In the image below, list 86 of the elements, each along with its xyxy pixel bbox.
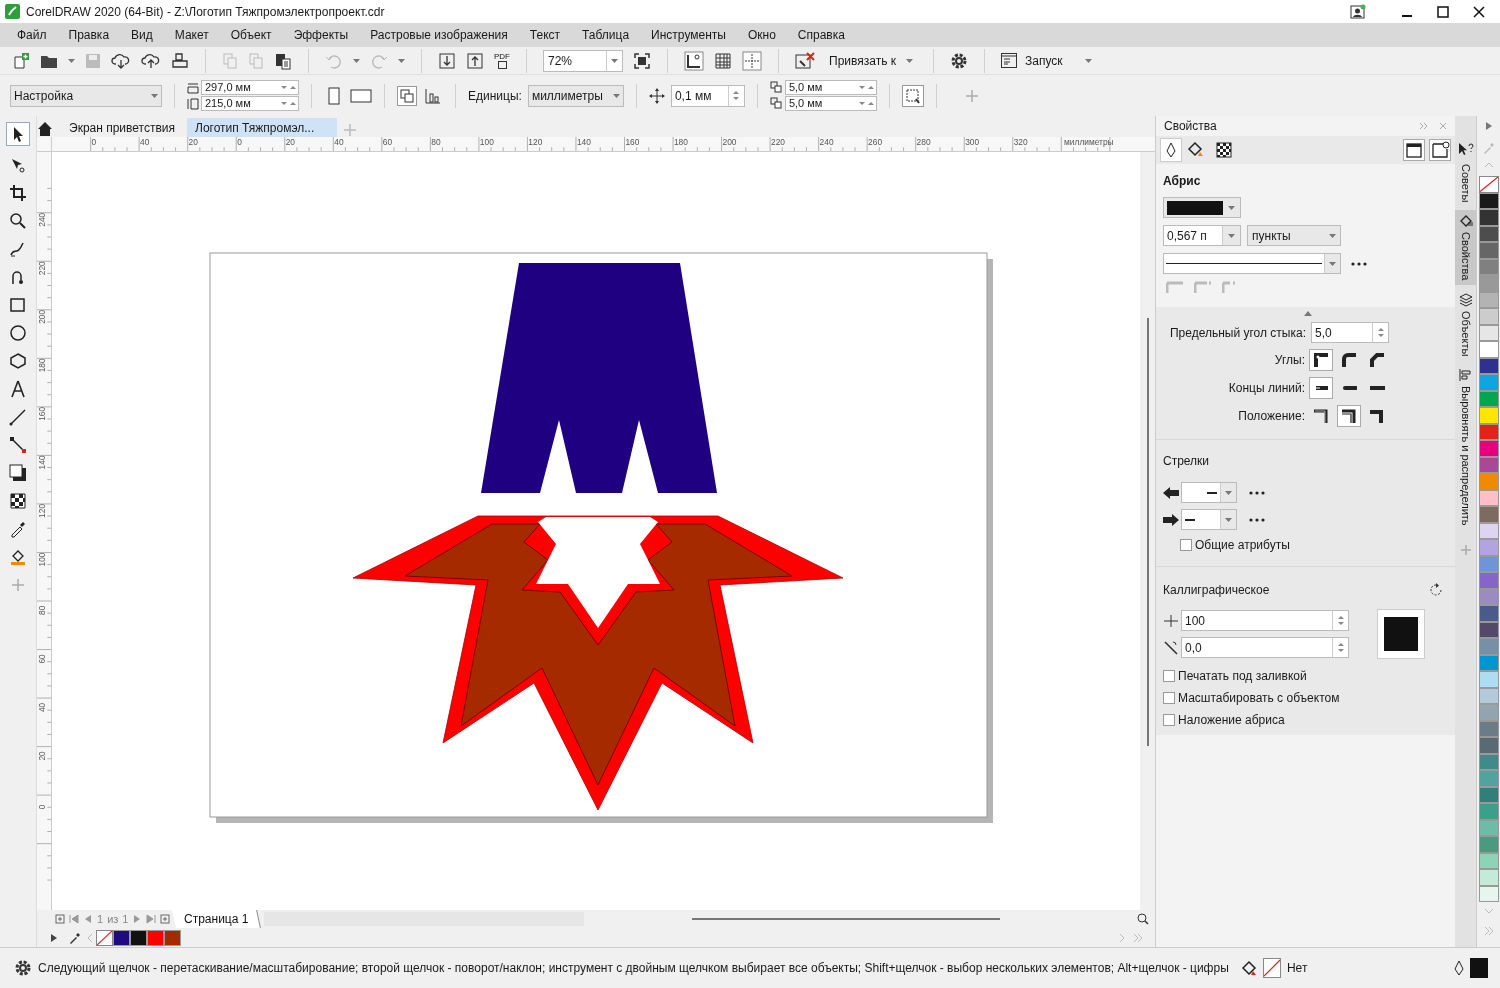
menu-item[interactable]: Справка	[797, 26, 845, 44]
document-tab[interactable]: Логотип Тяжпромэл...	[187, 118, 337, 137]
ruler-label: 40	[334, 137, 344, 148]
checkbox-label: Масштабировать с объектом	[1178, 690, 1340, 707]
zoom-field[interactable]: 72%	[543, 49, 623, 72]
field-label: Предельный угол стыка:	[1169, 324, 1306, 342]
launch-button[interactable]: Запуск	[1001, 51, 1092, 70]
ruler-label: 20	[285, 137, 296, 148]
menu-item[interactable]: Вид	[131, 26, 153, 44]
angle-field[interactable]: 0,0	[1181, 637, 1349, 658]
snap-dropdown[interactable]: Привязать к	[825, 51, 917, 70]
field-label: Концы линий:	[1228, 380, 1305, 397]
window-title: CorelDRAW 2020 (64-Bit) - Z:\Логотип Тяжпромэлектропроект.cdr	[26, 3, 385, 21]
status-hint: Следующий щелчок - перетаскивание/масштабирование; второй щелчок - поворот/наклон; инструмент с двойным щелчком выбирает все объекты; Shift+щелчок - выбор нескольких элементов; Alt+щелчок - цифры	[38, 960, 1229, 977]
miter-limit-field[interactable]: 5,0	[1311, 322, 1389, 343]
menu-item[interactable]: Макет	[174, 26, 209, 44]
ruler-label: 60	[37, 654, 48, 664]
menu-item[interactable]: Текст	[529, 26, 561, 44]
ruler-label: 100	[37, 552, 48, 567]
outline-width-field[interactable]: 0,567 п	[1163, 225, 1241, 246]
section-title: Абрис	[1163, 173, 1202, 190]
ruler-label: 220	[771, 137, 785, 148]
fill-status: Нет	[1286, 960, 1308, 977]
units-dropdown[interactable]: миллиметры	[527, 84, 624, 107]
ruler-unit: миллиметры	[1064, 137, 1114, 148]
ruler-label: 80	[37, 605, 48, 615]
ruler-label: 120	[37, 503, 48, 518]
ruler-label: 220	[37, 261, 48, 276]
page-of-label: из	[107, 911, 119, 927]
page-height-field[interactable]: 215,0 мм	[201, 96, 299, 111]
section-title: Стрелки	[1163, 453, 1211, 470]
ruler-label: 300	[965, 137, 980, 148]
current-page: 1	[97, 911, 104, 927]
ruler-label: 120	[528, 137, 543, 148]
ruler-label: 240	[37, 212, 48, 227]
ruler-label: 100	[479, 137, 494, 148]
ruler-label: 140	[576, 137, 591, 148]
ruler-label: 20	[37, 751, 48, 761]
ruler-label: 180	[673, 137, 688, 148]
ruler-label: 140	[37, 455, 48, 470]
ruler-label: 0	[237, 137, 242, 148]
menu-item[interactable]: Объект	[230, 26, 272, 44]
ruler-label: 60	[382, 137, 393, 148]
field-label: Положение:	[1238, 408, 1305, 425]
section-title: Каллиграфическое	[1163, 582, 1270, 599]
ruler-label: 280	[916, 137, 931, 148]
pdf-button[interactable]: PDF	[494, 52, 510, 69]
units-label: Единицы:	[468, 87, 522, 105]
menu-item[interactable]: Окно	[747, 26, 776, 44]
menu-item[interactable]: Правка	[68, 26, 110, 44]
checkbox-label: Общие атрибуты	[1195, 537, 1290, 554]
ruler-label: 80	[431, 137, 441, 148]
checkbox-label: Наложение абриса	[1178, 712, 1285, 729]
width-units-dropdown[interactable]: пункты	[1247, 225, 1341, 246]
menu-item[interactable]: Эффекты	[293, 26, 349, 44]
vertical-ruler[interactable]: 240 220 200 180 160 140 120 100 80 60 40 20 0	[37, 152, 52, 910]
stretch-field[interactable]: 100	[1181, 610, 1349, 631]
ruler-label: 160	[37, 406, 48, 421]
page-tab[interactable]: Страница 1	[172, 910, 262, 928]
nudge-field[interactable]: 0,1 мм	[670, 84, 745, 107]
menu-item[interactable]: Растровые изображения	[370, 26, 508, 44]
page-total: 1	[122, 911, 129, 927]
preset-dropdown[interactable]: Настройка	[10, 84, 162, 107]
ruler-label: 320	[1013, 137, 1028, 148]
ruler-label: 200	[722, 137, 737, 148]
field-label: Углы:	[1274, 352, 1305, 369]
menu-item[interactable]: Файл	[17, 26, 47, 44]
ruler-label: 40	[140, 137, 150, 148]
horizontal-ruler[interactable]: 0 40 20 0 20 40 60 80 100 120 140 160 180 200 220 240 260 280 300 320 миллиметры	[52, 137, 1155, 152]
checkbox-label: Печатать под заливкой	[1178, 668, 1307, 685]
menu-item[interactable]: Инструменты	[651, 26, 726, 44]
page-width-field[interactable]: 297,0 мм	[201, 80, 299, 95]
ruler-label: 200	[37, 309, 48, 324]
docker-tab[interactable]: Свойства	[1455, 210, 1476, 285]
ruler-label: 0	[91, 137, 97, 148]
duplicate-y-field[interactable]: 5,0 мм	[784, 96, 877, 111]
menu-item[interactable]: Таблица	[582, 26, 630, 44]
ruler-label: 260	[868, 137, 883, 148]
ruler-label: 180	[37, 358, 48, 373]
docker-title: Свойства	[1164, 118, 1217, 135]
ruler-label: 0	[37, 804, 48, 810]
ruler-label: 240	[819, 137, 834, 148]
duplicate-x-field[interactable]: 5,0 мм	[784, 80, 877, 95]
ruler-label: 20	[188, 137, 198, 148]
ruler-label: 40	[37, 702, 48, 713]
ruler-label: 160	[625, 137, 640, 148]
